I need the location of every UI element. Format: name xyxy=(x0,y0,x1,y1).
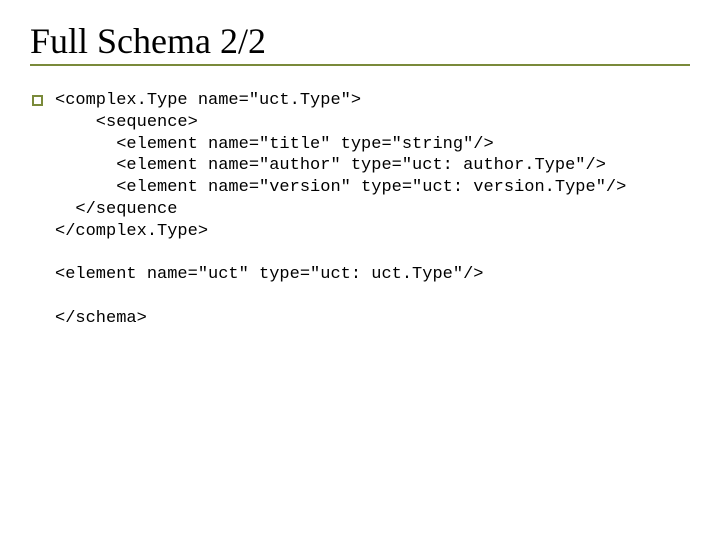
code-line: <element name="title" type="string"/> xyxy=(55,135,494,154)
content-block: <complex.Type name="uct.Type"> <sequence… xyxy=(30,90,690,329)
code-line: <element name="uct" type="uct: uct.Type"… xyxy=(55,265,483,284)
code-block: <complex.Type name="uct.Type"> <sequence… xyxy=(55,90,626,329)
code-line: </schema> xyxy=(55,309,147,328)
code-line: <complex.Type name="uct.Type"> xyxy=(55,91,361,110)
code-line: <element name="version" type="uct: versi… xyxy=(55,178,626,197)
code-line: </sequence xyxy=(55,200,177,219)
code-line: <sequence> xyxy=(55,113,198,132)
code-line: </complex.Type> xyxy=(55,222,208,241)
square-bullet-icon xyxy=(32,95,43,106)
code-line: <element name="author" type="uct: author… xyxy=(55,156,606,175)
page-title: Full Schema 2/2 xyxy=(30,20,690,66)
